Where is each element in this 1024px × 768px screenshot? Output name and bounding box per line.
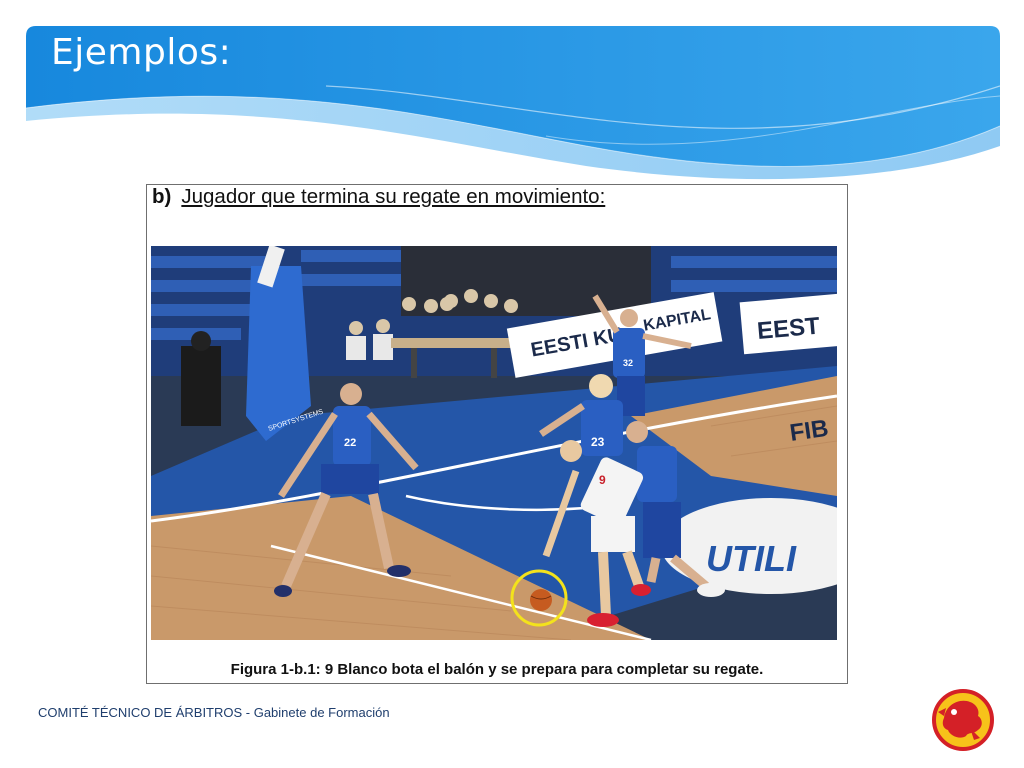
figure-frame: b) Jugador que termina su regate en movim… [146, 184, 848, 684]
footer-text: COMITÉ TÉCNICO DE ÁRBITROS - Gabinete de… [38, 705, 390, 720]
figure-heading: b) Jugador que termina su regate en movim… [152, 185, 605, 209]
floor-side-text: FIB [788, 415, 830, 447]
slide-title: Ejemplos: [51, 32, 232, 73]
basketball [530, 589, 552, 611]
referee-committee-logo-icon [930, 688, 996, 752]
jersey-white-number: 9 [599, 473, 606, 487]
ad-board-right-text: EEST [756, 313, 821, 345]
basketball-photo: EESTI KU KAPITAL EEST UTILI FIB SPORTSYS… [151, 246, 837, 640]
jersey-back-number: 32 [623, 358, 633, 368]
jersey-center-number: 23 [591, 435, 605, 449]
figure-caption: Figura 1-b.1: 9 Blanco bota el balón y s… [230, 661, 764, 678]
figure-heading-text: Jugador que termina su regate en movimie… [181, 185, 606, 208]
figure-heading-letter: b) [152, 185, 172, 208]
jersey-left-number: 22 [344, 437, 356, 449]
floor-logo-text: UTILI [706, 538, 797, 579]
